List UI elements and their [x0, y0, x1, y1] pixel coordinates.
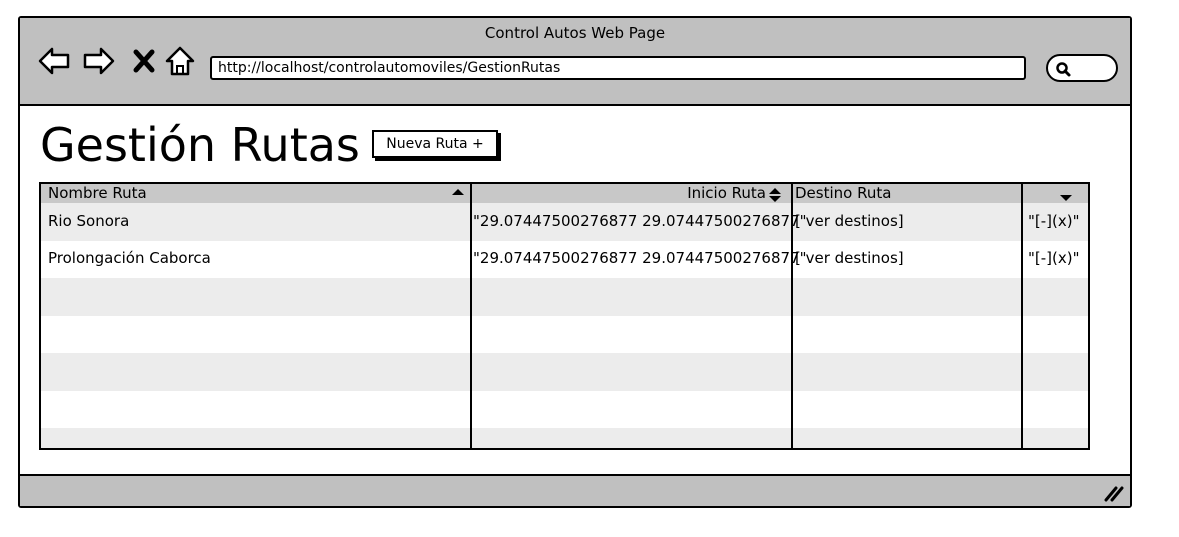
- new-route-button[interactable]: Nueva Ruta +: [372, 130, 498, 158]
- column-header-dest[interactable]: Destino Ruta: [795, 184, 891, 203]
- table-header: [41, 184, 1088, 203]
- arrow-right-icon[interactable]: [83, 44, 115, 78]
- page-title: Gestión Rutas: [40, 118, 360, 172]
- routes-table: Nombre Ruta Inicio Ruta Destino Ruta Rio…: [39, 182, 1090, 450]
- row-actions[interactable]: "[-](x)": [1028, 212, 1080, 230]
- search-icon: [1056, 62, 1071, 77]
- sort-icon[interactable]: [768, 187, 782, 203]
- table-row[interactable]: [41, 353, 1088, 391]
- table-row[interactable]: [41, 278, 1088, 316]
- row-actions[interactable]: "[-](x)": [1028, 249, 1080, 267]
- column-divider: [470, 184, 472, 448]
- window-title: Control Autos Web Page: [484, 24, 666, 42]
- home-icon[interactable]: [165, 44, 195, 78]
- table-row[interactable]: [41, 316, 1088, 354]
- arrow-left-icon[interactable]: [38, 44, 70, 78]
- view-destinations-link[interactable]: [ ver destinos]: [795, 249, 904, 267]
- column-header-name[interactable]: Nombre Ruta: [48, 184, 147, 203]
- cell-route-name: Rio Sonora: [48, 212, 130, 230]
- sort-descending-icon[interactable]: [1060, 195, 1072, 201]
- resize-grip-icon[interactable]: [1102, 482, 1124, 502]
- table-row[interactable]: [41, 428, 1088, 448]
- close-icon[interactable]: [132, 44, 156, 78]
- cell-route-name: Prolongación Caborca: [48, 249, 211, 267]
- status-bar: [20, 474, 1130, 506]
- column-header-start[interactable]: Inicio Ruta: [687, 184, 766, 203]
- cell-route-start: "29.07447500276877 29.07447500276877": [473, 249, 807, 267]
- view-destinations-link[interactable]: [ ver destinos]: [795, 212, 904, 230]
- search-button[interactable]: [1046, 54, 1118, 82]
- table-row[interactable]: [41, 391, 1088, 429]
- address-bar[interactable]: http://localhost/controlautomoviles/Gest…: [210, 56, 1026, 80]
- sort-ascending-icon[interactable]: [452, 189, 464, 195]
- cell-route-start: "29.07447500276877 29.07447500276877": [473, 212, 807, 230]
- browser-titlebar: Control Autos Web Page http://localhost/…: [20, 18, 1130, 106]
- column-divider: [1021, 184, 1023, 448]
- browser-window: Control Autos Web Page http://localhost/…: [18, 16, 1132, 508]
